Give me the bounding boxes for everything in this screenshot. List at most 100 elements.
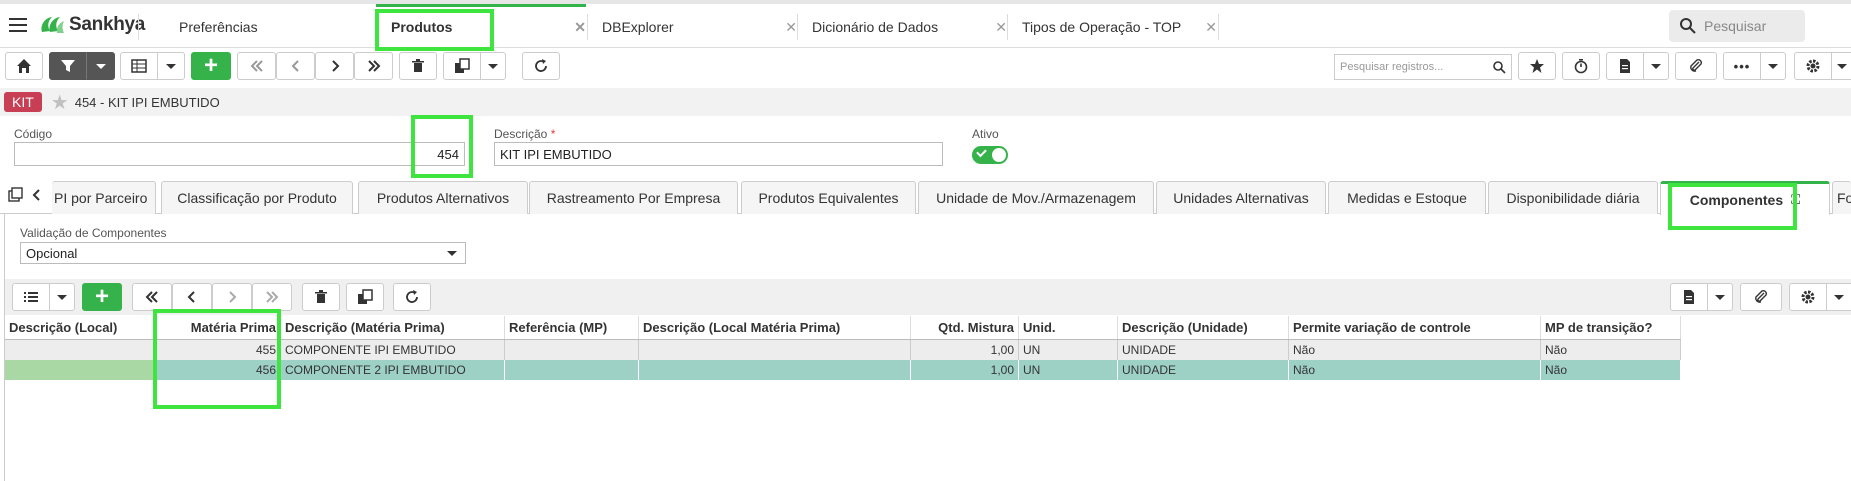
delete-button[interactable]: [399, 52, 437, 80]
column-header[interactable]: Descrição (Local): [5, 316, 154, 339]
column-header[interactable]: Qtd. Mistura: [911, 316, 1019, 339]
grid-view-dropdown[interactable]: [157, 52, 185, 80]
refresh-components-button[interactable]: [393, 283, 431, 311]
document-icon: [1684, 290, 1694, 304]
timer-button[interactable]: [1562, 52, 1600, 80]
column-header[interactable]: Matéria Prima: [154, 316, 281, 339]
close-icon[interactable]: ✕: [995, 19, 1007, 36]
descricao-field[interactable]: KIT IPI EMBUTIDO: [494, 142, 943, 166]
table-cell: 455: [154, 340, 281, 360]
close-icon[interactable]: ✕: [1205, 19, 1217, 36]
column-header[interactable]: Permite variação de controle: [1289, 316, 1541, 339]
global-search-placeholder: Pesquisar: [1704, 18, 1767, 34]
settings-button[interactable]: [1794, 52, 1832, 80]
copy-icon: [358, 289, 373, 304]
previous-record-button[interactable]: [276, 52, 315, 80]
check-icon: [976, 146, 987, 158]
tab-disponibilidade-diaria[interactable]: Disponibilidade diária: [1488, 181, 1658, 214]
menu-icon[interactable]: [9, 18, 27, 32]
more-dropdown[interactable]: [1760, 52, 1786, 80]
expand-icon[interactable]: ⛶: [1791, 192, 1800, 208]
first-component-button[interactable]: [132, 283, 172, 311]
copy-button[interactable]: [443, 52, 481, 80]
tab-preferencias[interactable]: Preferências: [165, 14, 375, 40]
report-dropdown[interactable]: [1643, 52, 1669, 80]
previous-component-button[interactable]: [172, 283, 212, 311]
ativo-toggle[interactable]: [972, 146, 1008, 164]
home-button[interactable]: [5, 52, 43, 80]
tab-dicionario[interactable]: Dicionário de Dados ✕: [797, 14, 1007, 40]
add-record-button[interactable]: +: [191, 52, 231, 80]
settings-dropdown[interactable]: [1831, 52, 1851, 80]
copy-component-button[interactable]: [346, 283, 384, 311]
last-component-button[interactable]: [252, 283, 292, 311]
gear-icon: [1801, 290, 1815, 304]
pages-icon[interactable]: [8, 187, 24, 203]
filter-button[interactable]: [49, 52, 87, 80]
delete-component-button[interactable]: [302, 283, 340, 311]
chevron-left-icon[interactable]: [30, 187, 42, 203]
chevron-down-icon: [488, 63, 498, 69]
attachment-button[interactable]: [1675, 52, 1717, 80]
table-cell: COMPONENTE 2 IPI EMBUTIDO: [281, 360, 505, 380]
column-header[interactable]: Descrição (Local Matéria Prima): [639, 316, 911, 339]
close-icon[interactable]: ✕: [785, 19, 797, 36]
tab-ipi-parceiro[interactable]: PI por Parceiro: [52, 181, 156, 214]
list-view-button[interactable]: [12, 283, 50, 311]
next-record-button[interactable]: [315, 52, 354, 80]
tab-medidas-estoque[interactable]: Medidas e Estoque: [1328, 181, 1486, 214]
component-attachment-button[interactable]: [1740, 283, 1782, 311]
table-row[interactable]: 455 COMPONENTE IPI EMBUTIDO 1,00 UN UNID…: [5, 340, 1681, 360]
chevron-down-icon: [95, 63, 106, 69]
next-component-button[interactable]: [212, 283, 252, 311]
record-search-input[interactable]: Pesquisar registros...: [1334, 54, 1512, 80]
column-header[interactable]: Descrição (Matéria Prima): [281, 316, 505, 339]
component-report-button[interactable]: [1670, 283, 1708, 311]
double-chevron-right-icon: [266, 291, 279, 303]
tab-rastreamento-empresa[interactable]: Rastreamento Por Empresa: [529, 181, 738, 214]
global-search[interactable]: Pesquisar: [1669, 10, 1805, 42]
table-cell: UN: [1019, 340, 1118, 360]
more-button[interactable]: •••: [1723, 52, 1761, 80]
grid-view-button[interactable]: [120, 52, 158, 80]
list-view-dropdown[interactable]: [49, 283, 75, 311]
column-header[interactable]: Referência (MP): [505, 316, 639, 339]
tab-produtos-equivalentes[interactable]: Produtos Equivalentes: [741, 181, 916, 214]
column-header[interactable]: Unid.: [1019, 316, 1118, 339]
last-record-button[interactable]: [354, 52, 393, 80]
tab-label: Produtos Equivalentes: [758, 190, 899, 206]
close-icon[interactable]: ✕: [574, 19, 586, 36]
tab-unidade-mov[interactable]: Unidade de Mov./Armazenagem: [918, 181, 1154, 214]
validacao-select[interactable]: Opcional: [20, 242, 466, 264]
tab-componentes[interactable]: Componentes ⛶: [1660, 181, 1830, 215]
codigo-field[interactable]: 454: [14, 142, 465, 166]
star-icon[interactable]: ★: [51, 90, 69, 115]
filter-dropdown-button[interactable]: [86, 52, 115, 80]
tab-classificacao-produto[interactable]: Classificação por Produto: [161, 181, 353, 214]
component-settings-dropdown[interactable]: [1826, 283, 1851, 311]
component-report-dropdown[interactable]: [1707, 283, 1733, 311]
document-icon: [1620, 59, 1630, 73]
tab-tipos-operacao[interactable]: Tipos de Operação - TOP ✕: [1007, 14, 1217, 40]
tab-unidades-alternativas[interactable]: Unidades Alternativas: [1156, 181, 1326, 214]
component-settings-button[interactable]: [1789, 283, 1827, 311]
tab-divider: [138, 14, 153, 40]
refresh-button[interactable]: [522, 52, 560, 80]
first-record-button[interactable]: [237, 52, 276, 80]
table-cell: 456: [154, 360, 281, 380]
table-row-selected[interactable]: 456 COMPONENTE 2 IPI EMBUTIDO 1,00 UN UN…: [5, 360, 1681, 380]
column-header[interactable]: Descrição (Unidade): [1118, 316, 1289, 339]
favorite-button[interactable]: [1518, 52, 1556, 80]
table-cell: Não: [1289, 360, 1541, 380]
copy-dropdown[interactable]: [480, 52, 506, 80]
tab-produtos-alternativos[interactable]: Produtos Alternativos: [358, 181, 528, 214]
add-component-button[interactable]: +: [82, 283, 122, 311]
table-cell: Não: [1541, 360, 1681, 380]
column-header[interactable]: MP de transição?: [1541, 316, 1681, 339]
tab-fornecedores[interactable]: For: [1832, 181, 1851, 214]
tab-produtos[interactable]: Produtos ✕: [376, 4, 586, 40]
brand-logo[interactable]: Sankhya: [38, 14, 145, 36]
chevron-down-icon: [1715, 294, 1725, 300]
tab-dbexplorer[interactable]: DBExplorer ✕: [587, 14, 797, 40]
report-button[interactable]: [1606, 52, 1644, 80]
